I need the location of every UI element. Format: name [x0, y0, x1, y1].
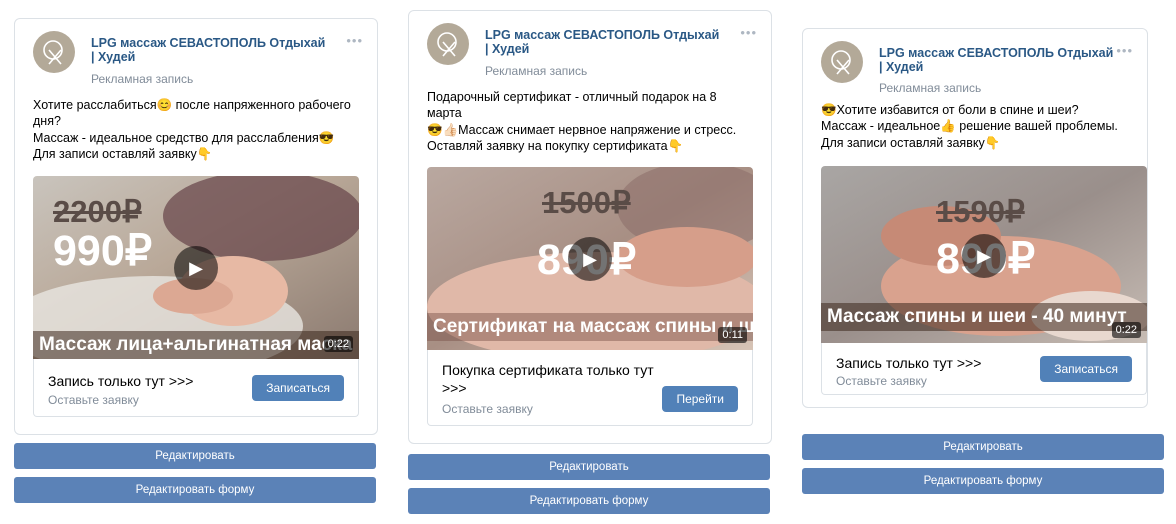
more-icon[interactable]: •••	[740, 25, 757, 40]
ad-column-2: LPG массаж СЕВАСТОПОЛЬ Отдыхай | Худей Р…	[408, 10, 772, 516]
post-text-line: Массаж - идеальное👍 решение вашей пробле…	[821, 119, 1118, 134]
snippet-subtitle: Оставьте заявку	[442, 402, 533, 416]
post-text: Подарочный сертификат - отличный подарок…	[427, 89, 753, 154]
edit-button[interactable]: Редактировать	[802, 434, 1164, 460]
video-duration: 0:11	[718, 327, 747, 343]
post-text-line: Для записи оставляй заявку👇	[821, 135, 1001, 150]
ad-post-card: LPG массаж СЕВАСТОПОЛЬ Отдыхай | Худей Р…	[408, 10, 772, 444]
brand-logo-icon	[437, 32, 457, 57]
snippet-subtitle: Оставьте заявку	[48, 393, 139, 407]
more-icon[interactable]: •••	[346, 33, 363, 48]
avatar[interactable]	[427, 23, 469, 65]
video-duration: 0:22	[323, 336, 353, 352]
cta-button[interactable]: Записаться	[252, 375, 344, 401]
post-type-label: Рекламная запись	[91, 72, 194, 86]
post-text: Хотите расслабиться😊 после напряженного …	[33, 97, 359, 162]
author-link[interactable]: LPG массаж СЕВАСТОПОЛЬ Отдыхай | Худей	[91, 36, 331, 64]
post-text-line: Оставляй заявку на покупку сертификата👇	[427, 138, 684, 153]
post-text-line: Для записи оставляй заявку👇	[33, 146, 213, 161]
snippet-subtitle: Оставьте заявку	[836, 374, 927, 388]
play-icon[interactable]: ▶	[174, 246, 218, 290]
post-text-line: Массаж - идеальное средство для расслабл…	[33, 130, 335, 145]
post-text-line: Хотите расслабиться😊 после напряженного …	[33, 98, 355, 129]
play-icon[interactable]: ▶	[568, 237, 612, 281]
avatar[interactable]	[33, 31, 75, 73]
post-type-label: Рекламная запись	[485, 64, 588, 78]
avatar[interactable]	[821, 41, 863, 83]
link-snippet[interactable]: Покупка сертификата только тут >>> Остав…	[427, 350, 753, 426]
old-price: 1590₽	[936, 194, 1025, 229]
video-duration: 0:22	[1111, 322, 1141, 338]
old-price: 2200₽	[53, 194, 142, 229]
post-text-line: 😎Хотите избавится от боли в спине и шеи?	[821, 103, 1079, 117]
post-text-line: 😎👍🏻Массаж снимает нервное напряжение и с…	[427, 122, 737, 137]
old-price: 1500₽	[542, 185, 631, 220]
cta-button[interactable]: Перейти	[662, 386, 738, 412]
ad-post-card: LPG массаж СЕВАСТОПОЛЬ Отдыхай | Худей Р…	[802, 28, 1148, 408]
edit-form-button[interactable]: Редактировать форму	[802, 468, 1164, 494]
brand-logo-icon	[831, 50, 851, 75]
author-link[interactable]: LPG массаж СЕВАСТОПОЛЬ Отдыхай | Худей	[879, 46, 1119, 74]
play-icon[interactable]: ▶	[962, 234, 1006, 278]
video-preview[interactable]: 2200₽ 990₽ ▶ Массаж лица+альгинатная мас…	[33, 176, 359, 359]
ad-column-1: LPG массаж СЕВАСТОПОЛЬ Отдыхай | Худей Р…	[14, 18, 378, 508]
post-text: 😎Хотите избавится от боли в спине и шеи?…	[821, 102, 1147, 151]
post-text-line: Подарочный сертификат - отличный подарок…	[427, 90, 721, 121]
author-link[interactable]: LPG массаж СЕВАСТОПОЛЬ Отдыхай | Худей	[485, 28, 725, 56]
link-snippet[interactable]: Запись только тут >>> Оставьте заявку За…	[821, 343, 1147, 395]
video-caption: Сертификат на массаж спины и шеи	[427, 313, 753, 341]
snippet-title: Покупка сертификата только тут >>>	[442, 362, 654, 396]
video-preview[interactable]: 1590₽ 890₽ ▶ Массаж спины и шеи - 40 мин…	[821, 166, 1147, 343]
snippet-title: Запись только тут >>>	[836, 355, 982, 371]
edit-button[interactable]: Редактировать	[14, 443, 376, 469]
post-type-label: Рекламная запись	[879, 81, 982, 95]
link-snippet[interactable]: Запись только тут >>> Оставьте заявку За…	[33, 359, 359, 417]
ad-column-3: LPG массаж СЕВАСТОПОЛЬ Отдыхай | Худей Р…	[802, 28, 1166, 496]
video-preview[interactable]: 1500₽ 890₽ ▶ Сертификат на массаж спины …	[427, 167, 753, 350]
edit-form-button[interactable]: Редактировать форму	[408, 488, 770, 514]
cta-button[interactable]: Записаться	[1040, 356, 1132, 382]
brand-logo-icon	[43, 40, 63, 65]
ad-post-card: LPG массаж СЕВАСТОПОЛЬ Отдыхай | Худей Р…	[14, 18, 378, 435]
video-caption: Массаж лица+альгинатная маска	[33, 331, 359, 359]
snippet-title: Запись только тут >>>	[48, 373, 194, 389]
video-caption: Массаж спины и шеи - 40 минут	[821, 303, 1147, 331]
more-icon[interactable]: •••	[1116, 43, 1133, 58]
edit-button[interactable]: Редактировать	[408, 454, 770, 480]
edit-form-button[interactable]: Редактировать форму	[14, 477, 376, 503]
new-price: 990₽	[53, 227, 153, 275]
